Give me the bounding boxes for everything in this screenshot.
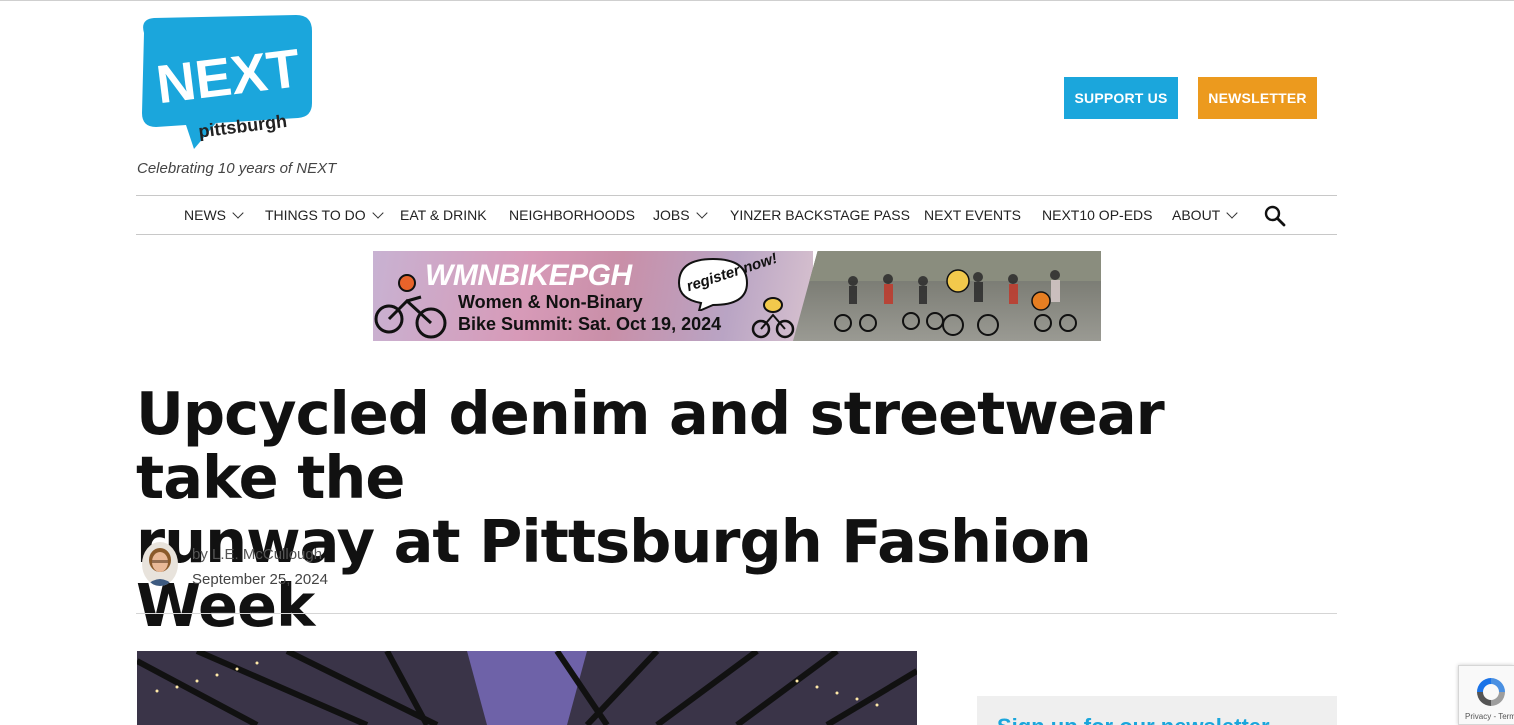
recaptcha-icon	[1477, 678, 1505, 706]
newsletter-signup-box: Sign up for our newsletter	[977, 696, 1337, 725]
chevron-down-icon	[695, 207, 708, 219]
search-icon[interactable]	[1263, 204, 1287, 228]
site-logo[interactable]: NEXT pittsburgh	[136, 15, 316, 150]
nav-item-next-events[interactable]: NEXT EVENTS	[924, 196, 1021, 234]
site-tagline: Celebrating 10 years of NEXT	[137, 160, 337, 177]
nav-item-things-to-do[interactable]: THINGS TO DO	[265, 196, 384, 234]
nav-label: NEIGHBORHOODS	[509, 207, 636, 223]
nav-label: NEXT10 OP-EDS	[1042, 207, 1153, 223]
nav-label: NEWS	[184, 207, 226, 223]
nav-item-eat-drink[interactable]: EAT & DRINK	[400, 196, 487, 234]
nav-item-yinzer-backstage-pass[interactable]: YINZER BACKSTAGE PASS	[730, 196, 910, 234]
nav-label: YINZER BACKSTAGE PASS	[730, 207, 910, 223]
banner-line2: Bike Summit: Sat. Oct 19, 2024	[458, 314, 722, 334]
headline-line-1: Upcycled denim and streetwear take the	[136, 379, 1165, 512]
banner-photo	[793, 251, 1101, 341]
newsletter-button[interactable]: NEWSLETTER	[1198, 77, 1317, 119]
bee-bike-icon	[751, 297, 795, 339]
nav-label: ABOUT	[1172, 207, 1221, 223]
divider	[136, 613, 1337, 614]
byline: by L.E. McCullough	[192, 546, 322, 563]
byline-prefix: by	[192, 546, 213, 563]
nav-label: THINGS TO DO	[265, 207, 366, 223]
nav-item-neighborhoods[interactable]: NEIGHBORHOODS	[509, 196, 635, 234]
chevron-down-icon	[1226, 207, 1238, 219]
recaptcha-footer: Privacy - Terms	[1465, 712, 1514, 721]
nav-label: NEXT EVENTS	[924, 207, 1021, 223]
author-avatar[interactable]	[142, 542, 178, 586]
nav-label: JOBS	[653, 207, 690, 223]
support-us-button[interactable]: SUPPORT US	[1064, 77, 1178, 119]
nav-item-next10-op-eds[interactable]: NEXT10 OP-EDS	[1042, 196, 1152, 234]
banner-ad[interactable]: WMNBIKEPGH Women & Non-Binary Bike Summi…	[373, 251, 1101, 341]
top-border	[0, 0, 1514, 1]
banner-line1: Women & Non-Binary	[458, 292, 643, 312]
author-link[interactable]: L.E. McCullough	[212, 546, 322, 563]
main-nav: NEWS THINGS TO DO EAT & DRINK NEIGHBORHO…	[136, 195, 1337, 235]
chevron-down-icon	[232, 207, 244, 219]
featured-image[interactable]	[137, 651, 917, 725]
banner-title: WMNBIKEPGH	[425, 259, 632, 292]
chevron-down-icon	[371, 207, 384, 219]
newsletter-heading: Sign up for our newsletter	[997, 714, 1270, 725]
article-headline: Upcycled denim and streetwear take the r…	[136, 382, 1236, 638]
nav-item-news[interactable]: NEWS	[184, 196, 244, 234]
publish-date: September 25, 2024	[192, 571, 328, 588]
recaptcha-badge[interactable]: Privacy - Terms	[1458, 665, 1514, 725]
nav-item-about[interactable]: ABOUT	[1172, 196, 1238, 234]
nav-label: EAT & DRINK	[400, 207, 487, 223]
nav-item-jobs[interactable]: JOBS	[653, 196, 708, 234]
